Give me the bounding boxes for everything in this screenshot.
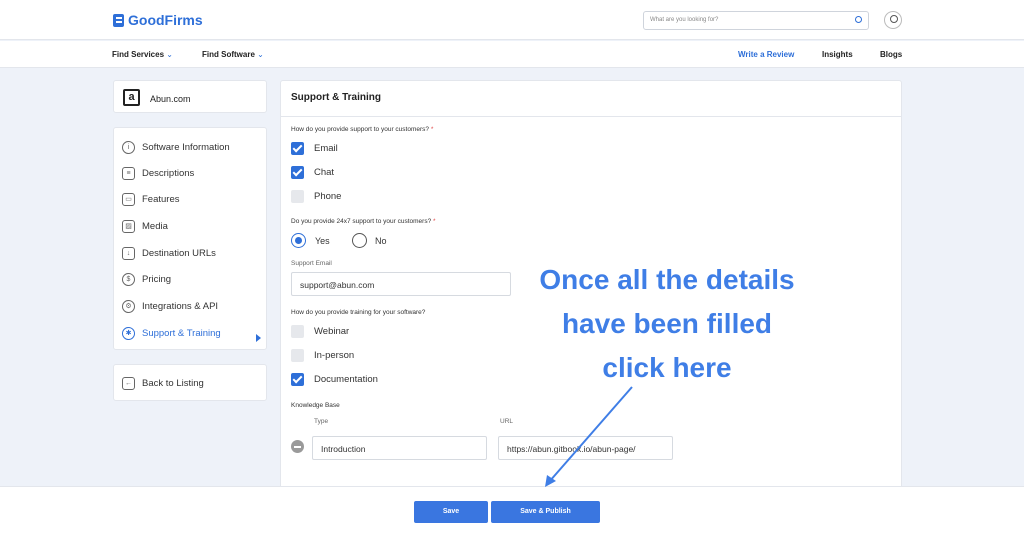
email-checkbox[interactable]: [291, 142, 304, 155]
brand-name: GoodFirms: [128, 12, 203, 28]
panel-title: Support & Training: [291, 92, 381, 103]
sidebar-item-label: Pricing: [142, 273, 172, 285]
sidebar-item-features[interactable]: ▭ Features: [122, 190, 180, 208]
yes-radio-label: Yes: [315, 236, 330, 246]
required-mark: *: [431, 218, 436, 225]
kb-type-input[interactable]: Introduction: [312, 436, 487, 460]
info-icon: i: [122, 140, 135, 154]
sidebar-item-software-information[interactable]: i Software Information: [122, 138, 230, 156]
sidebar-item-label: Integrations & API: [142, 300, 219, 312]
chat-checkbox-label: Chat: [314, 167, 335, 178]
sidebar-item-label: Media: [142, 220, 168, 232]
sidebar-item-descriptions[interactable]: ≡ Descriptions: [122, 164, 194, 182]
knowledge-base-label: Knowledge Base: [291, 402, 340, 409]
nav-write-review[interactable]: Write a Review: [738, 50, 794, 59]
email-checkbox-label: Email: [314, 143, 338, 154]
remove-row-icon[interactable]: [291, 440, 304, 453]
save-button[interactable]: Save: [414, 501, 488, 523]
phone-checkbox[interactable]: [291, 190, 304, 203]
no-radio-label: No: [375, 236, 387, 246]
training-question: How do you provide training for your sof…: [291, 309, 426, 316]
search-icon[interactable]: [855, 16, 862, 23]
kb-url-input[interactable]: https://abun.gitbook.io/abun-page/: [498, 436, 673, 460]
top-bar: GoodFirms What are you looking for?: [0, 0, 1024, 40]
support-email-label: Support Email: [291, 260, 332, 267]
annotation-text: Once all the details have been filled cl…: [510, 258, 824, 390]
sidebar-item-label: Software Information: [142, 141, 230, 153]
search-placeholder: What are you looking for?: [650, 17, 719, 23]
company-card: a Abun.com: [113, 80, 267, 113]
chevron-down-icon: ⌄: [166, 50, 173, 59]
back-arrow-icon: ←: [122, 376, 135, 390]
documentation-checkbox[interactable]: [291, 373, 304, 386]
sidebar-item-integrations[interactable]: ⚙ Integrations & API: [122, 297, 218, 315]
annotation-line-1: Once all the details: [539, 264, 795, 295]
support-icon: ✱: [122, 326, 135, 340]
sidebar-item-support-training[interactable]: ✱ Support & Training: [122, 324, 221, 342]
phone-checkbox-label: Phone: [314, 191, 342, 202]
list-icon: ≡: [122, 166, 135, 180]
in-person-checkbox[interactable]: [291, 349, 304, 362]
footer-action-bar: Save Save & Publish: [0, 486, 1024, 538]
user-avatar-icon[interactable]: [884, 11, 902, 29]
company-logo: a: [123, 89, 140, 106]
kb-url-label: URL: [500, 418, 514, 425]
sidebar-item-media[interactable]: ▨ Media: [122, 217, 168, 235]
company-name: Abun.com: [150, 94, 191, 104]
sidebar-item-label: Support & Training: [142, 327, 221, 339]
nav-insights[interactable]: Insights: [822, 50, 853, 59]
chevron-down-icon: ⌄: [257, 50, 264, 59]
no-radio[interactable]: [352, 233, 367, 248]
image-icon: ▨: [122, 219, 135, 233]
brand-logo[interactable]: GoodFirms: [113, 12, 203, 28]
nav-blogs[interactable]: Blogs: [880, 50, 902, 59]
required-mark: *: [429, 126, 434, 133]
back-to-listing-card: ← Back to Listing: [113, 364, 267, 401]
support-email-input[interactable]: support@abun.com: [291, 272, 511, 296]
nav-find-services[interactable]: Find Services ⌄: [112, 50, 173, 59]
support-question: How do you provide support to your custo…: [291, 126, 434, 133]
dollar-icon: $: [122, 272, 135, 286]
goodfirms-logo-icon: [113, 13, 124, 27]
sidebar-item-label: Features: [142, 193, 180, 205]
webinar-checkbox[interactable]: [291, 325, 304, 338]
link-icon: ↓: [122, 246, 135, 260]
kb-type-label: Type: [314, 418, 329, 425]
annotation-line-2: have been filled: [561, 308, 773, 339]
sidebar-item-pricing[interactable]: $ Pricing: [122, 270, 171, 288]
sidebar-item-label: Destination URLs: [142, 247, 216, 259]
back-to-listing-link[interactable]: ← Back to Listing: [122, 374, 204, 392]
yes-radio[interactable]: [291, 233, 306, 248]
window-icon: ▭: [122, 192, 135, 206]
documentation-checkbox-label: Documentation: [314, 374, 378, 385]
gear-icon: ⚙: [122, 299, 135, 313]
annotation-line-3: click here: [602, 352, 732, 383]
sidebar-menu: i Software Information ≡ Descriptions ▭ …: [113, 127, 267, 350]
24x7-question: Do you provide 24x7 support to your cust…: [291, 218, 436, 225]
divider: [281, 116, 901, 117]
search-input[interactable]: What are you looking for?: [643, 11, 869, 30]
in-person-checkbox-label: In-person: [314, 350, 355, 361]
save-publish-button[interactable]: Save & Publish: [491, 501, 600, 523]
chat-checkbox[interactable]: [291, 166, 304, 179]
nav-find-software[interactable]: Find Software ⌄: [202, 50, 264, 59]
sidebar-item-label: Descriptions: [142, 167, 195, 179]
back-to-listing-label: Back to Listing: [142, 377, 204, 389]
caret-right-icon: [256, 334, 261, 342]
sidebar-item-destination-urls[interactable]: ↓ Destination URLs: [122, 244, 216, 262]
main-nav: Find Services ⌄ Find Software ⌄ Write a …: [0, 41, 1024, 68]
webinar-checkbox-label: Webinar: [314, 326, 350, 337]
